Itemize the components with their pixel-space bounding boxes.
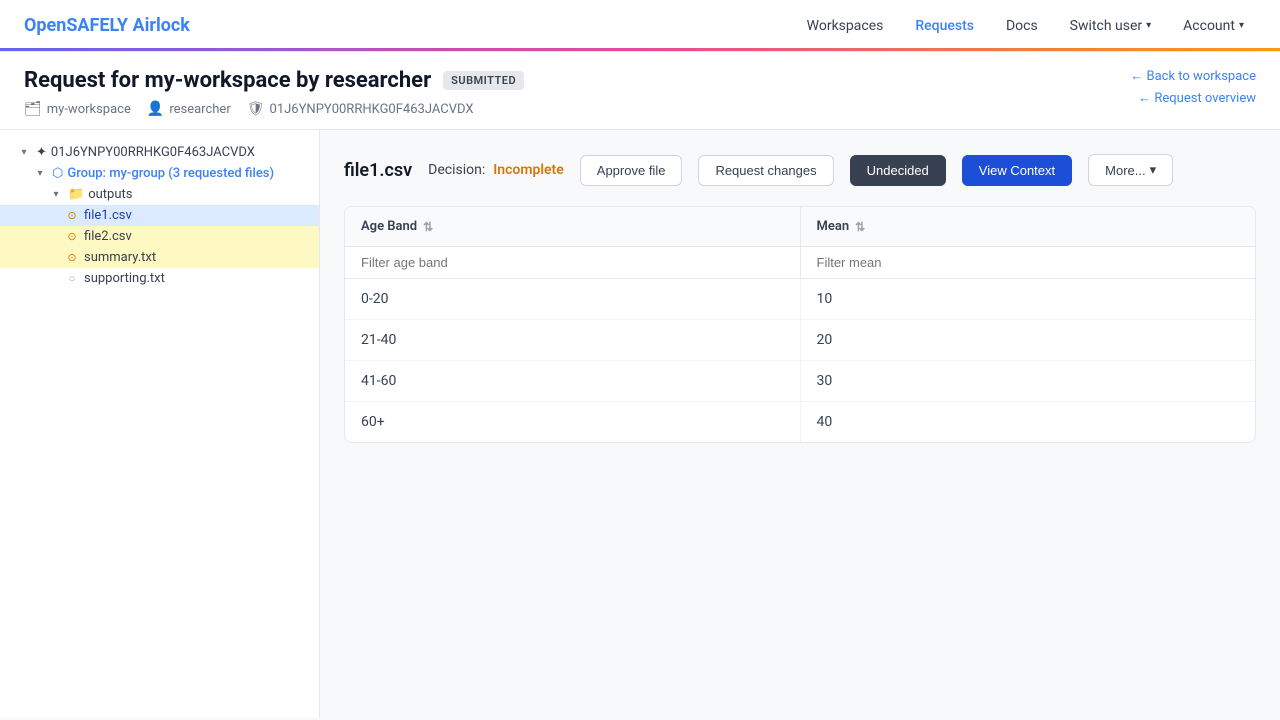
summary-status-icon: ⊙ bbox=[64, 251, 80, 264]
table-row: 0-20 10 bbox=[345, 279, 1255, 320]
more-button[interactable]: More... ▾ bbox=[1088, 154, 1173, 186]
more-chevron-icon: ▾ bbox=[1150, 162, 1157, 178]
cell-age-band-3: 60+ bbox=[345, 402, 801, 442]
navbar: OpenSAFELY Airlock Workspaces Requests D… bbox=[0, 0, 1280, 52]
data-table: Age Band ⇅ Mean ⇅ 0-20 10 21-40 20 bbox=[344, 206, 1256, 443]
cell-mean-1: 20 bbox=[801, 320, 1256, 360]
file1-status-icon: ⊙ bbox=[64, 209, 80, 222]
group-collapse-icon: ▾ bbox=[32, 168, 48, 179]
col-header-mean[interactable]: Mean ⇅ bbox=[801, 207, 1256, 246]
main-layout: ▾ ✦ 01J6YNPY00RRHKG0F463JACVDX ▾ ⬡ Group… bbox=[0, 130, 1280, 717]
cell-mean-0: 10 bbox=[801, 279, 1256, 319]
cell-age-band-0: 0-20 bbox=[345, 279, 801, 319]
group-icon: ⬡ bbox=[52, 166, 63, 181]
table-row: 21-40 20 bbox=[345, 320, 1255, 361]
mean-filter-input[interactable] bbox=[801, 247, 1256, 278]
breadcrumb: 🗂 my-workspace 👤 researcher 🛡 01J6YNPY00… bbox=[24, 101, 524, 117]
brand-airlock: Airlock bbox=[128, 15, 190, 36]
breadcrumb-researcher: 👤 researcher bbox=[147, 101, 231, 117]
page-title-text: Request for my-workspace by researcher bbox=[24, 68, 431, 93]
nav-docs[interactable]: Docs bbox=[994, 12, 1050, 40]
decision-label: Decision: bbox=[428, 162, 485, 178]
tree-file-supportingtxt[interactable]: ○ supporting.txt bbox=[0, 268, 319, 289]
breadcrumb-request-id: 🛡 01J6YNPY00RRHKG0F463JACVDX bbox=[247, 101, 474, 117]
content-area: file1.csv Decision: Incomplete Approve f… bbox=[320, 130, 1280, 717]
shield-icon: 🛡 bbox=[247, 101, 265, 117]
current-filename: file1.csv bbox=[344, 160, 412, 181]
cell-mean-2: 30 bbox=[801, 361, 1256, 401]
file2-status-icon: ⊙ bbox=[64, 230, 80, 243]
nav-switch-user[interactable]: Switch user ▾ bbox=[1058, 12, 1163, 40]
supporting-status-icon: ○ bbox=[64, 272, 80, 285]
root-node-icon: ✦ bbox=[36, 145, 47, 160]
tree-file-file1csv[interactable]: ⊙ file1.csv bbox=[0, 205, 319, 226]
user-icon: 👤 bbox=[147, 101, 164, 117]
decision-value: Incomplete bbox=[493, 162, 564, 178]
page-title: Request for my-workspace by researcher S… bbox=[24, 68, 524, 93]
nav-account[interactable]: Account ▾ bbox=[1171, 12, 1256, 40]
switch-user-chevron-icon: ▾ bbox=[1146, 20, 1151, 31]
view-context-button[interactable]: View Context bbox=[962, 155, 1072, 186]
tree-file-summarytxt[interactable]: ⊙ summary.txt bbox=[0, 247, 319, 268]
file-header: file1.csv Decision: Incomplete Approve f… bbox=[344, 154, 1256, 186]
cell-age-band-1: 21-40 bbox=[345, 320, 801, 360]
back-to-workspace-link[interactable]: ← Back to workspace bbox=[1130, 68, 1256, 84]
request-overview-link[interactable]: ← Request overview bbox=[1138, 90, 1256, 106]
file-tree-sidebar: ▾ ✦ 01J6YNPY00RRHKG0F463JACVDX ▾ ⬡ Group… bbox=[0, 130, 320, 717]
nav-requests[interactable]: Requests bbox=[903, 12, 986, 40]
brand-open: OpenSAFELY bbox=[24, 15, 128, 36]
col-header-age-band[interactable]: Age Band ⇅ bbox=[345, 207, 801, 246]
tree-outputs-folder[interactable]: ▾ 📁 outputs bbox=[0, 184, 319, 205]
decision-group: Decision: Incomplete bbox=[428, 162, 564, 178]
account-chevron-icon: ▾ bbox=[1239, 20, 1244, 31]
age-band-filter-input[interactable] bbox=[345, 247, 801, 278]
request-changes-button[interactable]: Request changes bbox=[698, 155, 833, 186]
filter-row bbox=[345, 247, 1255, 279]
mean-sort-icon: ⇅ bbox=[855, 220, 865, 234]
outputs-collapse-icon: ▾ bbox=[48, 189, 64, 200]
table-row: 60+ 40 bbox=[345, 402, 1255, 442]
page-header-left: Request for my-workspace by researcher S… bbox=[24, 68, 524, 117]
folder-icon: 📁 bbox=[68, 187, 84, 202]
nav-workspaces[interactable]: Workspaces bbox=[795, 12, 896, 40]
undecided-button[interactable]: Undecided bbox=[850, 155, 946, 186]
brand-logo[interactable]: OpenSAFELY Airlock bbox=[24, 15, 190, 36]
table-row: 41-60 30 bbox=[345, 361, 1255, 402]
approve-file-button[interactable]: Approve file bbox=[580, 155, 683, 186]
nav-links: Workspaces Requests Docs Switch user ▾ A… bbox=[795, 12, 1256, 40]
cell-mean-3: 40 bbox=[801, 402, 1256, 442]
root-collapse-icon: ▾ bbox=[16, 147, 32, 158]
cell-age-band-2: 41-60 bbox=[345, 361, 801, 401]
table-header-row: Age Band ⇅ Mean ⇅ bbox=[345, 207, 1255, 247]
page-header: Request for my-workspace by researcher S… bbox=[0, 52, 1280, 130]
layers-icon: 🗂 bbox=[24, 101, 42, 117]
tree-group[interactable]: ▾ ⬡ Group: my-group (3 requested files) bbox=[0, 163, 319, 184]
status-badge: SUBMITTED bbox=[443, 71, 524, 90]
age-band-sort-icon: ⇅ bbox=[423, 220, 433, 234]
page-header-right: ← Back to workspace ← Request overview bbox=[1130, 68, 1256, 106]
tree-root[interactable]: ▾ ✦ 01J6YNPY00RRHKG0F463JACVDX bbox=[0, 142, 319, 163]
tree-file-file2csv[interactable]: ⊙ file2.csv bbox=[0, 226, 319, 247]
breadcrumb-workspace: 🗂 my-workspace bbox=[24, 101, 131, 117]
